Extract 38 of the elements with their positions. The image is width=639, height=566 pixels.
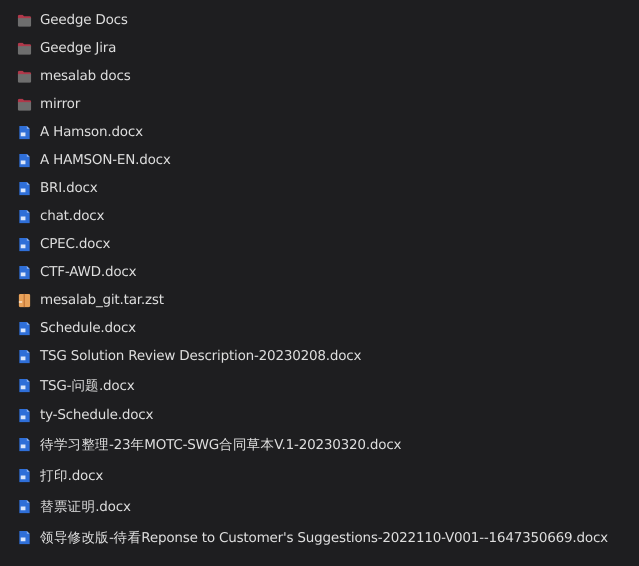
file-name[interactable]: Schedule.docx — [40, 320, 136, 336]
file-name[interactable]: TSG-问题.docx — [40, 376, 134, 394]
file-name[interactable]: Geedge Jira — [40, 40, 116, 56]
document-icon — [17, 378, 32, 393]
document-icon — [17, 152, 32, 168]
folder-icon — [17, 12, 32, 28]
file-name[interactable]: BRI.docx — [40, 180, 98, 196]
file-name[interactable]: 替票证明.docx — [40, 498, 131, 516]
file-name[interactable]: CTF-AWD.docx — [40, 264, 136, 280]
file-name[interactable]: chat.docx — [40, 208, 104, 224]
document-icon — [17, 264, 32, 280]
file-name[interactable]: 待学习整理-23年MOTC-SWG合同草本V.1-20230320.docx — [40, 436, 402, 454]
file-name[interactable]: Geedge Docs — [40, 12, 128, 28]
document-icon — [17, 468, 32, 483]
document-icon — [17, 124, 32, 140]
document-icon — [17, 320, 32, 336]
file-name[interactable]: mesalab docs — [40, 68, 131, 84]
archive-icon — [17, 292, 32, 308]
file-name[interactable]: 领导修改版-待看Reponse to Customer's Suggestions-2022110-V001--1647350669.docx — [40, 528, 608, 546]
folder-icon — [17, 68, 32, 84]
file-name[interactable]: TSG Solution Review Description-20230208.docx — [40, 348, 362, 364]
file-name[interactable]: A HAMSON-EN.docx — [40, 152, 171, 168]
document-icon — [17, 236, 32, 252]
file-name[interactable]: ty-Schedule.docx — [40, 407, 154, 423]
folder-icon — [17, 40, 32, 56]
file-name[interactable]: A Hamson.docx — [40, 124, 143, 140]
file-name[interactable]: mirror — [40, 96, 80, 112]
document-icon — [17, 408, 32, 422]
document-icon — [17, 208, 32, 224]
file-name[interactable]: mesalab_git.tar.zst — [40, 292, 164, 308]
document-icon — [17, 180, 32, 196]
document-icon — [17, 437, 32, 452]
document-icon — [17, 530, 32, 545]
document-icon — [17, 348, 32, 364]
file-name[interactable]: CPEC.docx — [40, 236, 110, 252]
file-name[interactable]: 打印.docx — [40, 466, 104, 484]
document-icon — [17, 499, 32, 514]
folder-icon — [17, 96, 32, 112]
